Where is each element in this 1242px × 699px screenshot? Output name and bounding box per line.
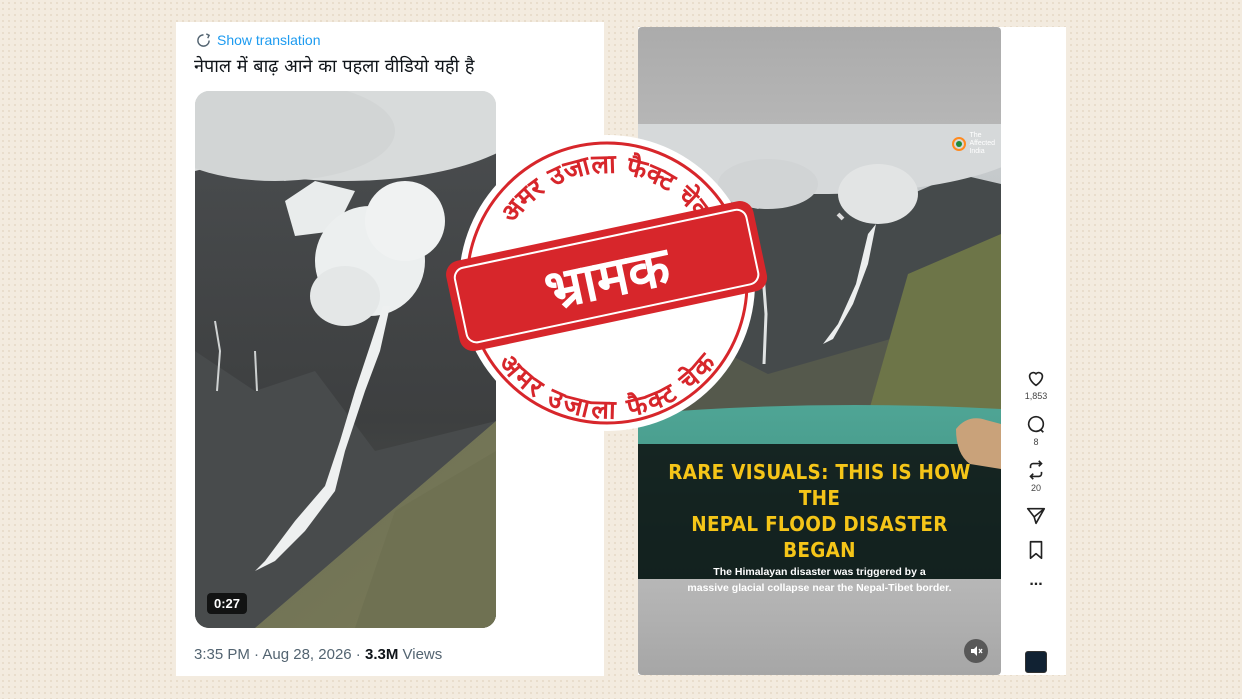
muted-speaker-icon (971, 646, 983, 656)
caption-sub-1: The Himalayan disaster was triggered by … (713, 566, 926, 578)
reel-caption: RARE VISUALS: THIS IS HOW THE NEPAL FLOO… (638, 459, 1001, 595)
repost-count: 20 (1030, 483, 1041, 493)
save-button[interactable] (1016, 539, 1056, 561)
caption-headline-2: NEPAL FLOOD DISASTER BEGAN (691, 512, 948, 562)
logo-text-2: Affected (969, 140, 995, 147)
video-duration-badge: 0:27 (207, 593, 248, 614)
caption-sub-2: massive glacial collapse near the Nepal-… (687, 582, 952, 594)
channel-logo: The Affected India (952, 132, 995, 156)
translate-icon (197, 32, 211, 47)
tweet-date[interactable]: Aug 28, 2026 (262, 646, 351, 663)
meta-separator: · (249, 646, 263, 663)
views-label: Views (398, 646, 443, 663)
repost-button[interactable]: 20 (1016, 459, 1056, 493)
audio-thumbnail[interactable] (1025, 651, 1047, 673)
like-button[interactable]: 1,853 (1016, 367, 1056, 401)
meta-separator-2: · (351, 646, 365, 663)
tweet-meta: 3:35 PM · Aug 28, 2026 · 3.3M Views (194, 646, 442, 663)
like-count: 1,853 (1024, 391, 1048, 401)
tweet-time[interactable]: 3:35 PM (194, 646, 250, 663)
comment-icon (1027, 415, 1045, 433)
caption-headline-1: RARE VISUALS: THIS IS HOW THE (668, 460, 971, 510)
show-translation-label[interactable]: Show translation (217, 32, 321, 48)
show-translation-link[interactable]: Show translation (196, 32, 321, 48)
tweet-text: नेपाल में बाढ़ आने का पहला वीडियो यही है (194, 56, 475, 77)
repost-icon (1029, 460, 1043, 480)
views-count: 3.3M (364, 646, 399, 663)
heart-icon (1028, 371, 1044, 387)
send-icon (1026, 507, 1046, 525)
more-icon: ... (1029, 572, 1043, 589)
logo-icon (952, 137, 967, 151)
comment-button[interactable]: 8 (1016, 413, 1056, 447)
logo-text-1: The (969, 132, 982, 139)
share-button[interactable] (1016, 505, 1056, 527)
more-options-button[interactable]: ... (1016, 573, 1056, 589)
fact-check-stamp: अमर उजाला फैक्ट चेक अमर उजाला फैक्ट चेक … (446, 135, 768, 431)
mute-button[interactable] (964, 639, 988, 663)
logo-text-3: India (969, 148, 985, 155)
comment-count: 8 (1033, 437, 1039, 447)
reel-actions: 1,853 8 20 ... (1016, 367, 1056, 601)
bookmark-icon (1029, 540, 1043, 560)
